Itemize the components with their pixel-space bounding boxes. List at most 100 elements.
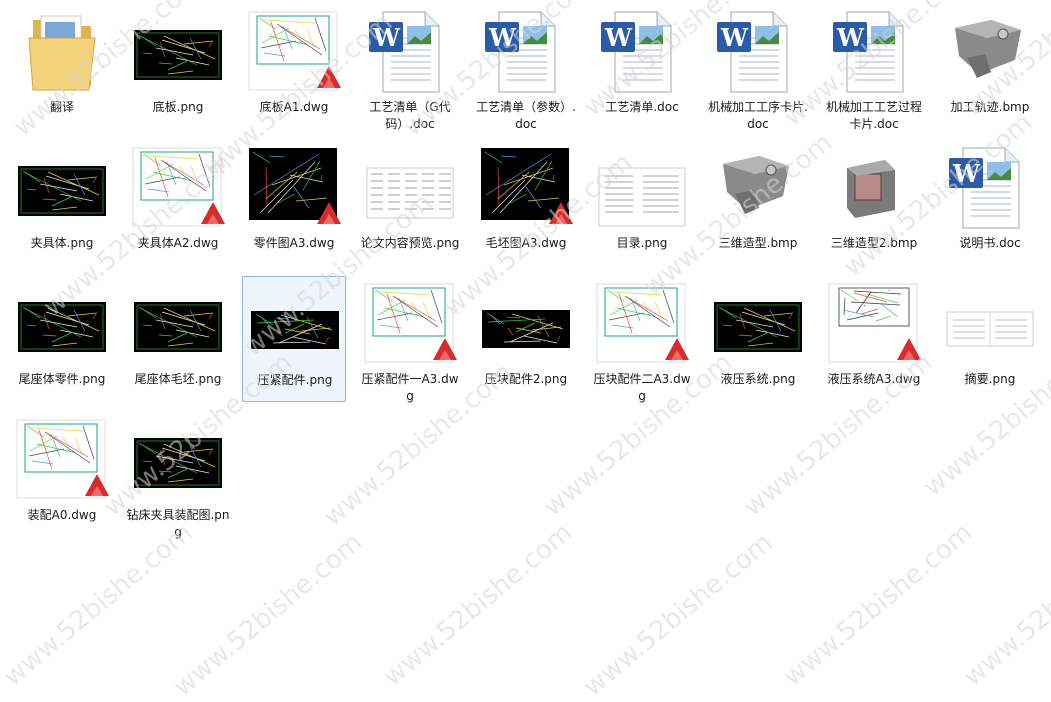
file-thumbnail bbox=[13, 144, 111, 232]
file-item[interactable]: 压紧配件一A3.dwg bbox=[358, 276, 462, 403]
file-thumbnail: W bbox=[941, 144, 1039, 232]
file-thumbnail bbox=[593, 144, 691, 232]
cad-black-thumbnail bbox=[134, 30, 222, 80]
file-name: 夹具体.png bbox=[30, 236, 94, 250]
file-item[interactable]: W 机械加工工艺过程卡片.doc bbox=[822, 4, 926, 131]
file-name: 底板A1.dwg bbox=[259, 100, 329, 114]
dwg-icon bbox=[596, 283, 689, 363]
file-item[interactable]: 摘要.png bbox=[938, 276, 1042, 402]
file-name: 翻译 bbox=[49, 100, 74, 114]
file-thumbnail: W bbox=[477, 8, 575, 96]
file-name: 毛坯图A3.dwg bbox=[485, 236, 567, 250]
document-preview-thumbnail bbox=[366, 167, 454, 219]
file-item[interactable]: 夹具体A2.dwg bbox=[126, 140, 230, 266]
file-item[interactable]: 尾座体零件.png bbox=[10, 276, 114, 402]
file-item[interactable]: 论文内容预览.png bbox=[358, 140, 462, 266]
file-item[interactable]: 钻床夹具装配图.png bbox=[126, 412, 230, 539]
file-name: 说明书.doc bbox=[959, 236, 1021, 250]
file-item[interactable]: 液压系统A3.dwg bbox=[822, 276, 926, 402]
dwg-icon bbox=[16, 419, 109, 499]
file-thumbnail bbox=[825, 144, 923, 232]
file-name: 压块配件2.png bbox=[484, 372, 568, 386]
file-name: 加工轨迹.bmp bbox=[950, 100, 1030, 114]
file-thumbnail: W bbox=[593, 8, 691, 96]
dwg-icon bbox=[481, 148, 573, 224]
file-item[interactable]: 三维造型2.bmp bbox=[822, 140, 926, 266]
file-thumbnail bbox=[13, 416, 111, 504]
file-name: 装配A0.dwg bbox=[27, 508, 97, 522]
file-name: 三维造型.bmp bbox=[718, 236, 798, 250]
file-item[interactable]: W 工艺清单（参数）.doc bbox=[474, 4, 578, 131]
document-preview-thumbnail bbox=[946, 311, 1034, 347]
svg-text:W: W bbox=[488, 23, 517, 52]
cad-black-thumbnail bbox=[134, 302, 222, 352]
file-name: 目录.png bbox=[616, 236, 668, 250]
file-thumbnail bbox=[709, 144, 807, 232]
file-item[interactable]: 压块配件2.png bbox=[474, 276, 578, 402]
document-preview-thumbnail bbox=[598, 167, 686, 227]
file-item[interactable]: W 工艺清单（G代码）.doc bbox=[358, 4, 462, 131]
svg-text:W: W bbox=[372, 23, 401, 52]
cad-black-thumbnail bbox=[251, 311, 339, 349]
dwg-icon bbox=[249, 148, 341, 224]
file-name: 机械加工工序卡片.doc bbox=[708, 100, 808, 131]
file-item[interactable]: 三维造型.bmp bbox=[706, 140, 810, 266]
file-item[interactable]: 夹具体.png bbox=[10, 140, 114, 266]
svg-text:W: W bbox=[720, 23, 749, 52]
file-name: 摘要.png bbox=[964, 372, 1016, 386]
file-thumbnail bbox=[825, 280, 923, 368]
dwg-icon bbox=[248, 11, 341, 91]
word-doc-icon: W bbox=[717, 11, 788, 93]
file-thumbnail bbox=[129, 416, 227, 504]
cad-black-thumbnail bbox=[18, 166, 106, 216]
file-thumbnail bbox=[709, 280, 807, 368]
file-item[interactable]: DF 翻译 bbox=[10, 4, 114, 130]
file-name: 工艺清单（G代码）.doc bbox=[369, 100, 451, 131]
file-thumbnail bbox=[941, 280, 1039, 368]
file-thumbnail: DF bbox=[13, 8, 111, 96]
file-name: 钻床夹具装配图.png bbox=[126, 508, 230, 539]
file-name: 底板.png bbox=[152, 100, 204, 114]
svg-text:W: W bbox=[952, 159, 981, 188]
file-item[interactable]: 尾座体毛坯.png bbox=[126, 276, 230, 402]
dwg-icon bbox=[828, 283, 921, 363]
file-thumbnail: W bbox=[709, 8, 807, 96]
file-thumbnail bbox=[246, 281, 344, 369]
file-thumbnail bbox=[129, 8, 227, 96]
file-item[interactable]: 目录.png bbox=[590, 140, 694, 266]
svg-text:W: W bbox=[604, 23, 633, 52]
file-item[interactable]: 底板.png bbox=[126, 4, 230, 130]
word-doc-icon: W bbox=[369, 11, 440, 93]
file-thumbnail bbox=[129, 280, 227, 368]
file-item[interactable]: W 说明书.doc bbox=[938, 140, 1042, 266]
file-thumbnail bbox=[245, 144, 343, 232]
file-thumbnail bbox=[245, 8, 343, 96]
file-item[interactable]: W 工艺清单.doc bbox=[590, 4, 694, 130]
file-thumbnail bbox=[477, 280, 575, 368]
3d-part-thumbnail bbox=[955, 20, 1021, 78]
file-name: 论文内容预览.png bbox=[360, 236, 460, 250]
file-name: 尾座体毛坯.png bbox=[134, 372, 222, 386]
file-item[interactable]: W 机械加工工序卡片.doc bbox=[706, 4, 810, 131]
file-item[interactable]: 装配A0.dwg bbox=[10, 412, 114, 538]
file-thumbnail bbox=[593, 280, 691, 368]
file-item[interactable]: 零件图A3.dwg bbox=[242, 140, 346, 266]
file-thumbnail: W bbox=[361, 8, 459, 96]
word-doc-icon: W bbox=[949, 147, 1020, 229]
word-doc-icon: W bbox=[601, 11, 672, 93]
file-name: 压块配件二A3.dwg bbox=[593, 372, 691, 403]
3d-part-thumbnail bbox=[841, 150, 899, 220]
file-item[interactable]: 毛坯图A3.dwg bbox=[474, 140, 578, 266]
file-item[interactable]: 加工轨迹.bmp bbox=[938, 4, 1042, 130]
file-item[interactable]: 压块配件二A3.dwg bbox=[590, 276, 694, 403]
dwg-icon bbox=[132, 147, 225, 227]
file-item[interactable]: 液压系统.png bbox=[706, 276, 810, 402]
file-name: 液压系统A3.dwg bbox=[827, 372, 921, 386]
file-name: 工艺清单（参数）.doc bbox=[476, 100, 576, 131]
file-thumbnail bbox=[477, 144, 575, 232]
cad-black-thumbnail bbox=[134, 438, 222, 488]
file-name: 工艺清单.doc bbox=[605, 100, 679, 114]
file-item[interactable]: 底板A1.dwg bbox=[242, 4, 346, 130]
file-name: 压紧配件一A3.dwg bbox=[361, 372, 459, 403]
file-item[interactable]: 压紧配件.png bbox=[242, 276, 346, 402]
